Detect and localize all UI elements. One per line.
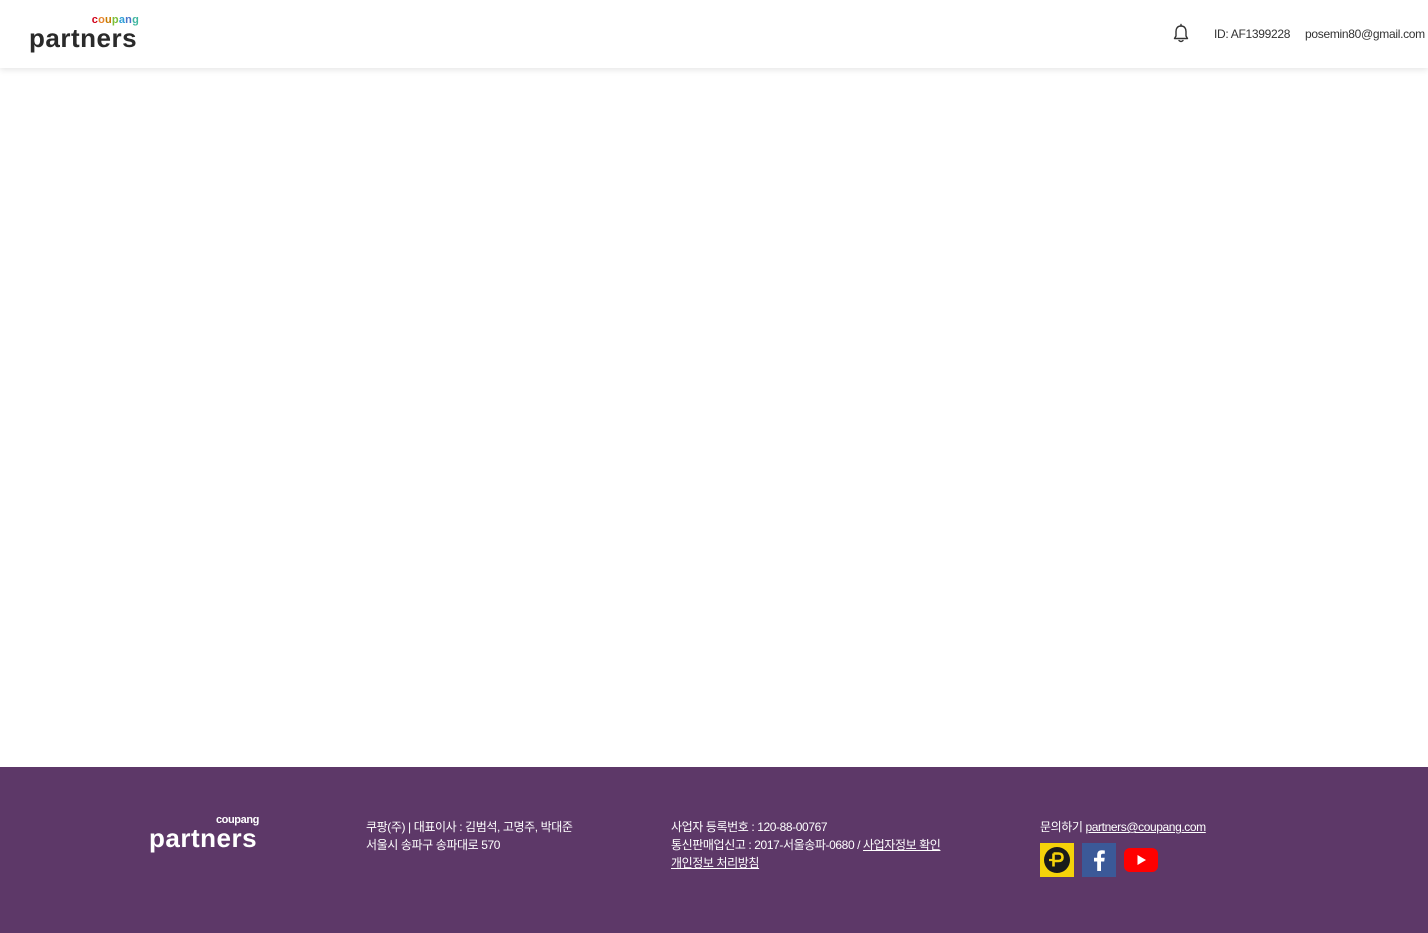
facebook-icon[interactable] xyxy=(1082,843,1116,877)
privacy-policy-link[interactable]: 개인정보 처리방침 xyxy=(671,856,759,870)
coupang-point-icon[interactable] xyxy=(1040,843,1074,877)
user-email-menu[interactable]: posemin80@gmail.com xyxy=(1305,27,1428,41)
main-content-area xyxy=(0,68,1428,767)
business-info-link[interactable]: 사업자정보 확인 xyxy=(863,838,941,852)
contact-email-link[interactable]: partners@coupang.com xyxy=(1086,820,1207,834)
footer-logo-partners-text: partners xyxy=(149,823,258,853)
ecommerce-reg-text: 통신판매업신고 : 2017-서울송파-0680 / xyxy=(671,838,864,852)
company-info: 쿠팡(주) | 대표이사 : 김범석, 고명주, 박대준 서울시 송파구 송파대… xyxy=(366,818,573,854)
company-ceo-line: 쿠팡(주) | 대표이사 : 김범석, 고명주, 박대준 xyxy=(366,820,573,834)
logo-partners-text: partners xyxy=(29,23,138,53)
user-id-label: ID: AF1399228 xyxy=(1214,27,1291,41)
coupang-partners-logo[interactable]: coupang partners xyxy=(29,12,141,52)
footer-logo: coupang partners xyxy=(149,814,261,854)
youtube-icon[interactable] xyxy=(1124,843,1158,877)
business-reg-number: 사업자 등록번호 : 120-88-00767 xyxy=(671,820,828,834)
top-header: coupang partners ID: AF1399228 posemin80… xyxy=(0,0,1428,68)
company-address-line: 서울시 송파구 송파대로 570 xyxy=(366,838,501,852)
contact-label: 문의하기 xyxy=(1040,820,1086,834)
notification-bell-icon[interactable] xyxy=(1170,23,1192,45)
site-footer: coupang partners 쿠팡(주) | 대표이사 : 김범석, 고명주… xyxy=(0,767,1428,933)
contact-info: 문의하기 partners@coupang.com xyxy=(1040,818,1206,836)
business-info: 사업자 등록번호 : 120-88-00767 통신판매업신고 : 2017-서… xyxy=(671,818,941,872)
ecommerce-reg-line: 통신판매업신고 : 2017-서울송파-0680 / 사업자정보 확인 xyxy=(671,836,941,854)
social-links xyxy=(1040,843,1158,877)
